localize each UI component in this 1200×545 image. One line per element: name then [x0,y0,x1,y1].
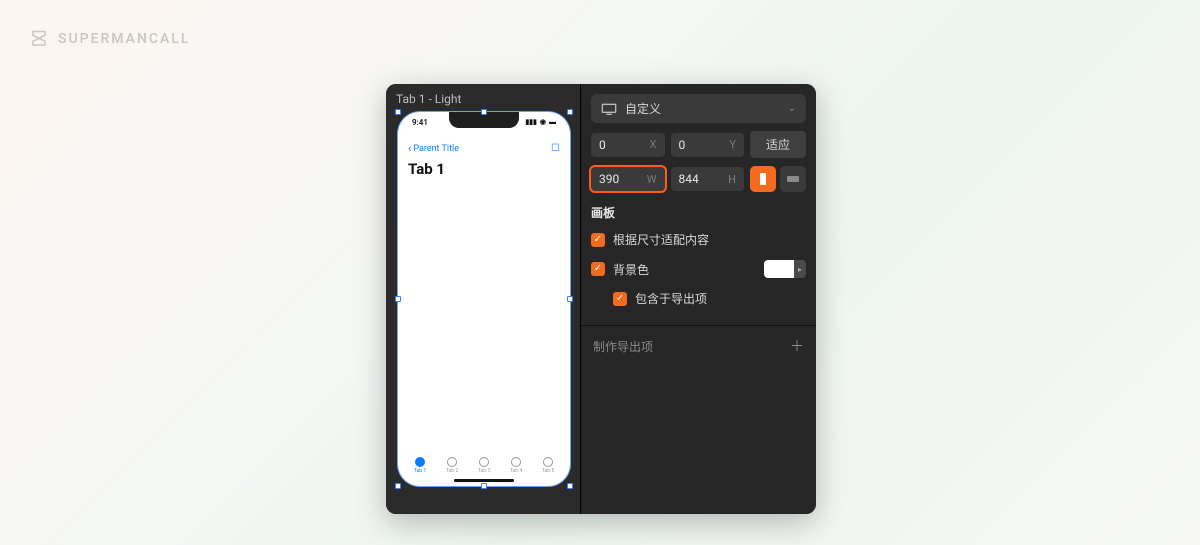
monitor-icon [601,103,617,115]
orientation-landscape-button[interactable] [780,166,806,192]
home-indicator [454,479,514,482]
background-color-label: 背景色 [613,261,649,278]
y-field[interactable]: 0 Y [671,133,745,157]
tab-item-2[interactable]: Tab 2 [446,457,458,474]
tab-label: Tab 1 [414,468,426,474]
tab-label: Tab 5 [542,468,554,474]
export-section-header[interactable]: 制作导出项 ＋ [581,326,816,366]
color-swatch [764,260,794,278]
brand-mark-icon [30,28,48,50]
page-title: Tab 1 [408,160,445,178]
tab-icon [479,457,489,467]
nav-back-button[interactable]: ‹ Parent Title [408,142,459,155]
y-value: 0 [679,138,686,152]
color-edit-icon: ▸ [794,260,806,278]
canvas-pane[interactable]: Tab 1 - Light 9:41 ▮▮▮ ◉ ▬ ‹ Parent Titl… [386,84,581,514]
fit-button[interactable]: 适应 [750,131,806,158]
x-field[interactable]: 0 X [591,133,665,157]
tab-label: Tab 3 [478,468,490,474]
tab-icon [447,457,457,467]
fit-label: 适应 [766,138,790,152]
width-value: 390 [599,172,619,186]
checkbox-checked-icon: ✓ [591,262,605,276]
height-field[interactable]: 844 H [671,167,745,191]
device-preset-select[interactable]: 自定义 ⌄ [591,94,806,123]
background-color-swatch[interactable]: ▸ [764,260,806,278]
section-artboard-heading: 画板 [591,204,806,221]
y-label: Y [729,138,736,151]
fit-content-label: 根据尺寸适配内容 [613,231,709,248]
phone-tab-bar: Tab 1 Tab 2 Tab 3 Tab 4 Tab 5 [398,457,570,474]
tab-icon [415,457,425,467]
background-color-checkbox-row[interactable]: ✓ 背景色 ▸ [591,258,806,280]
resize-handle[interactable] [481,109,487,115]
checkbox-checked-icon: ✓ [613,292,627,306]
width-label: W [647,173,657,186]
height-label: H [728,173,736,186]
phone-nav-bar: ‹ Parent Title ☐ [398,142,570,155]
resize-handle[interactable] [395,296,401,302]
landscape-icon [787,176,799,182]
resize-handle[interactable] [395,109,401,115]
tab-item-1[interactable]: Tab 1 [414,457,426,474]
wifi-icon: ◉ [540,119,546,126]
tab-item-3[interactable]: Tab 3 [478,457,490,474]
x-value: 0 [599,138,606,152]
plus-icon[interactable]: ＋ [790,336,804,356]
brand-name: SUPERMANCALL [58,31,190,47]
orientation-portrait-button[interactable] [750,166,776,192]
chevron-left-icon: ‹ [408,142,411,155]
battery-icon: ▬ [549,119,556,126]
tab-icon [511,457,521,467]
resize-handle[interactable] [567,109,573,115]
portrait-icon [760,173,766,185]
editor-window: Tab 1 - Light 9:41 ▮▮▮ ◉ ▬ ‹ Parent Titl… [386,84,816,514]
artboard-title[interactable]: Tab 1 - Light [396,92,461,106]
resize-handle[interactable] [567,483,573,489]
artboard-iphone[interactable]: 9:41 ▮▮▮ ◉ ▬ ‹ Parent Title ☐ Tab 1 [398,112,570,486]
fit-content-checkbox-row[interactable]: ✓ 根据尺寸适配内容 [591,229,806,250]
tab-icon [543,457,553,467]
chevron-down-icon: ⌄ [788,103,796,114]
resize-handle[interactable] [567,296,573,302]
include-in-export-checkbox-row[interactable]: ✓ 包含于导出项 [591,288,806,309]
status-icons: ▮▮▮ ◉ ▬ [525,118,556,127]
nav-action-icon[interactable]: ☐ [551,143,560,154]
checkbox-checked-icon: ✓ [591,233,605,247]
include-in-export-label: 包含于导出项 [635,290,707,307]
signal-icon: ▮▮▮ [525,119,537,126]
x-label: X [650,138,657,151]
tab-item-5[interactable]: Tab 5 [542,457,554,474]
status-time: 9:41 [412,118,428,127]
resize-handle[interactable] [395,483,401,489]
nav-back-label: Parent Title [413,144,459,154]
export-label: 制作导出项 [593,338,653,355]
tab-item-4[interactable]: Tab 4 [510,457,522,474]
tab-label: Tab 4 [510,468,522,474]
resize-handle[interactable] [481,483,487,489]
tab-label: Tab 2 [446,468,458,474]
brand-logo: SUPERMANCALL [30,28,190,50]
inspector-pane: 自定义 ⌄ 0 X 0 Y 适应 390 [581,84,816,514]
device-preset-label: 自定义 [625,100,661,117]
height-value: 844 [679,172,699,186]
width-field[interactable]: 390 W [591,167,665,191]
